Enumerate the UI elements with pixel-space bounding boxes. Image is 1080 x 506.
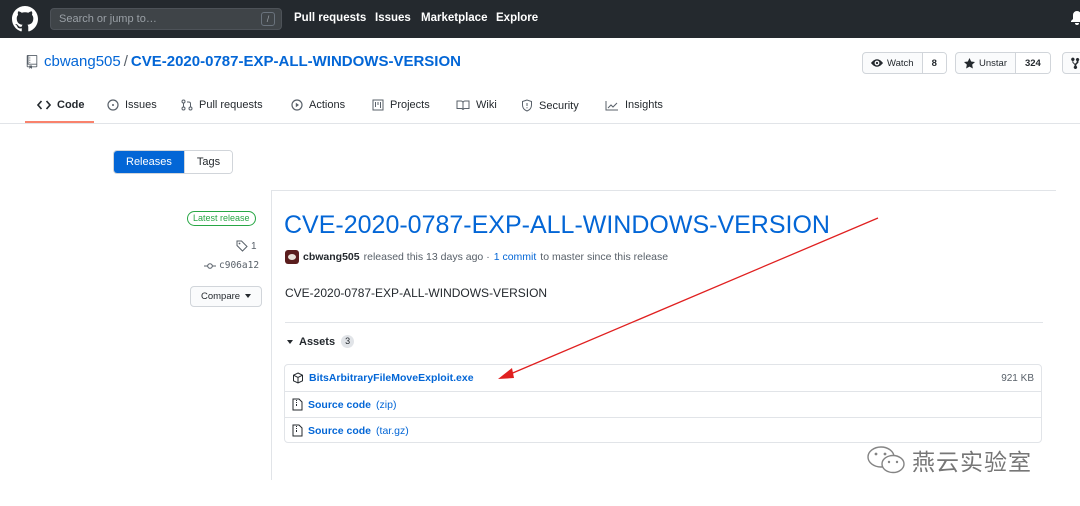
tab-label: Issues bbox=[125, 99, 157, 111]
tabs-divider bbox=[0, 123, 1080, 124]
tab-label: Insights bbox=[625, 99, 663, 111]
asset-row[interactable]: Source code (tar.gz) bbox=[285, 417, 1041, 443]
tag-icon bbox=[236, 240, 248, 252]
assets-list: BitsArbitraryFileMoveExploit.exe 921 KB … bbox=[284, 364, 1042, 443]
tab-label: Projects bbox=[390, 99, 430, 111]
tab-wiki[interactable]: Wiki bbox=[456, 99, 497, 111]
code-icon bbox=[37, 100, 51, 110]
tags-toggle-button[interactable]: Tags bbox=[183, 151, 233, 173]
asset-row[interactable]: Source code (zip) bbox=[285, 391, 1041, 417]
release-title[interactable]: CVE-2020-0787-EXP-ALL-WINDOWS-VERSION bbox=[284, 211, 830, 240]
issue-opened-icon bbox=[107, 99, 119, 111]
project-icon bbox=[372, 99, 384, 111]
asset-size: 921 KB bbox=[1001, 372, 1034, 384]
release-left-divider bbox=[271, 190, 272, 480]
graph-icon bbox=[605, 100, 618, 110]
release-commit[interactable]: c906a12 bbox=[204, 260, 259, 271]
commit-sha: c906a12 bbox=[219, 260, 260, 271]
chevron-down-icon bbox=[244, 294, 251, 299]
tab-label: Security bbox=[539, 99, 579, 112]
shield-icon bbox=[522, 99, 532, 112]
asset-name[interactable]: BitsArbitraryFileMoveExploit.exe bbox=[309, 372, 474, 384]
nav-pull-requests[interactable]: Pull requests bbox=[294, 12, 366, 24]
avatar[interactable] bbox=[285, 250, 299, 264]
tab-label: Actions bbox=[309, 99, 346, 111]
assets-label: Assets bbox=[299, 335, 336, 348]
book-icon bbox=[456, 100, 470, 110]
releases-toggle-button[interactable]: Releases bbox=[114, 151, 184, 173]
assets-toggle[interactable]: Assets 3 bbox=[287, 335, 355, 348]
asset-name[interactable]: Source code bbox=[308, 425, 371, 437]
repo-name-link[interactable]: CVE-2020-0787-EXP-ALL-WINDOWS-VERSION bbox=[131, 53, 461, 70]
unstar-label: Unstar bbox=[979, 57, 1007, 69]
tab-insights[interactable]: Insights bbox=[605, 99, 663, 111]
star-icon bbox=[964, 57, 975, 68]
star-button-group: Unstar 324 bbox=[955, 52, 1051, 74]
fork-button-group bbox=[1062, 52, 1080, 74]
repo-owner-link[interactable]: cbwang505 bbox=[44, 53, 121, 70]
repo-title: cbwang505/CVE-2020-0787-EXP-ALL-WINDOWS-… bbox=[44, 53, 461, 70]
fork-icon bbox=[1071, 57, 1080, 69]
release-tag[interactable]: 1 bbox=[236, 240, 257, 252]
assets-count-badge: 3 bbox=[341, 335, 355, 348]
watch-button[interactable]: Watch bbox=[863, 53, 923, 73]
assets-divider bbox=[285, 322, 1043, 323]
release-top-divider bbox=[271, 190, 1056, 191]
watch-button-group: Watch 8 bbox=[862, 52, 947, 74]
caret-down-icon bbox=[287, 339, 293, 344]
asset-name[interactable]: Source code bbox=[308, 399, 371, 411]
eye-icon bbox=[871, 59, 883, 67]
asset-row[interactable]: BitsArbitraryFileMoveExploit.exe 921 KB bbox=[285, 365, 1041, 391]
releases-tags-toggle: Releases Tags bbox=[113, 150, 234, 174]
top-header: Search or jump to… / Pull requests Issue… bbox=[0, 0, 1080, 38]
tag-count: 1 bbox=[251, 240, 257, 252]
compare-label: Compare bbox=[201, 291, 241, 302]
nav-marketplace[interactable]: Marketplace bbox=[421, 12, 487, 24]
tab-issues[interactable]: Issues bbox=[107, 99, 157, 111]
tab-label: Code bbox=[57, 99, 85, 111]
nav-explore[interactable]: Explore bbox=[496, 12, 538, 24]
release-body: CVE-2020-0787-EXP-ALL-WINDOWS-VERSION bbox=[285, 286, 548, 300]
tab-label: Pull requests bbox=[199, 99, 263, 111]
search-input[interactable]: Search or jump to… / bbox=[50, 8, 282, 30]
tab-pull-requests[interactable]: Pull requests bbox=[181, 99, 263, 111]
notification-bell-icon[interactable] bbox=[1070, 10, 1080, 26]
pull-request-icon bbox=[181, 99, 193, 111]
commit-count-link[interactable]: 1 commit bbox=[494, 251, 537, 263]
release-meta-text: released this 13 days ago · bbox=[363, 251, 490, 263]
wechat-logo-icon bbox=[867, 446, 905, 474]
tab-projects[interactable]: Projects bbox=[372, 99, 430, 111]
compare-dropdown[interactable]: Compare bbox=[190, 286, 262, 307]
latest-release-badge: Latest release bbox=[187, 211, 256, 226]
release-meta-text-end: to master since this release bbox=[540, 251, 669, 263]
tab-security[interactable]: Security bbox=[521, 99, 579, 112]
search-hotkey-hint: / bbox=[261, 12, 275, 26]
watch-count[interactable]: 8 bbox=[922, 53, 946, 73]
file-zip-icon bbox=[292, 424, 303, 437]
watermark: 燕云实验室 bbox=[866, 443, 1032, 477]
search-placeholder: Search or jump to… bbox=[59, 13, 157, 25]
tab-code[interactable]: Code bbox=[37, 99, 85, 111]
fork-button[interactable] bbox=[1063, 53, 1080, 73]
commit-icon bbox=[204, 262, 216, 269]
asset-ext[interactable]: (tar.gz) bbox=[376, 425, 409, 437]
star-count[interactable]: 324 bbox=[1015, 53, 1050, 73]
watch-label: Watch bbox=[887, 57, 914, 69]
release-meta: cbwang505 released this 13 days ago · 1 … bbox=[285, 250, 668, 264]
asset-ext[interactable]: (zip) bbox=[376, 399, 396, 411]
watermark-text: 燕云实验室 bbox=[912, 450, 1032, 476]
release-author[interactable]: cbwang505 bbox=[303, 251, 360, 263]
tab-actions[interactable]: Actions bbox=[291, 99, 345, 111]
package-icon bbox=[293, 372, 303, 384]
repo-title-separator: / bbox=[123, 53, 128, 70]
github-logo-icon[interactable] bbox=[12, 6, 38, 32]
repo-icon bbox=[26, 55, 38, 69]
file-zip-icon bbox=[292, 398, 303, 411]
tab-label: Wiki bbox=[476, 99, 497, 111]
nav-issues[interactable]: Issues bbox=[375, 12, 411, 24]
play-icon bbox=[291, 99, 303, 111]
unstar-button[interactable]: Unstar bbox=[956, 53, 1016, 73]
